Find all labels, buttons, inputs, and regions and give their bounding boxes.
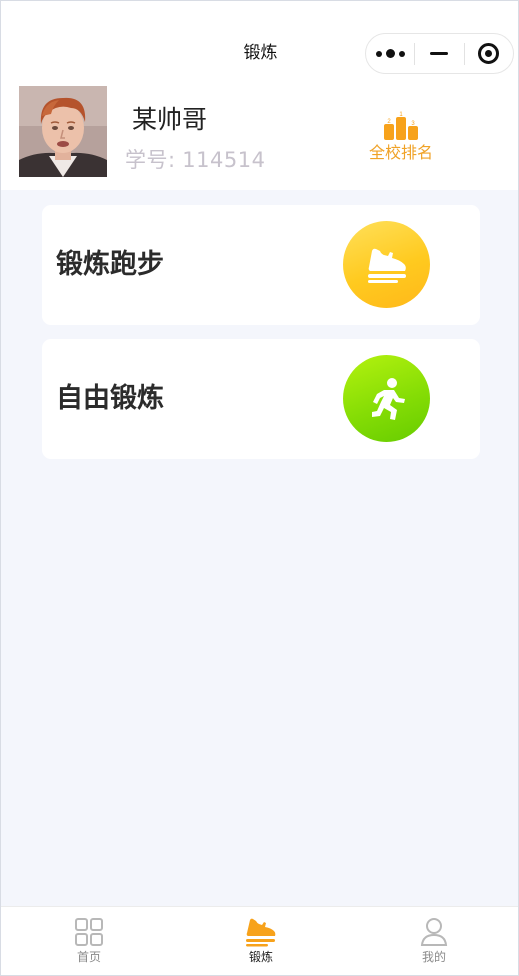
minimize-icon bbox=[430, 52, 449, 55]
running-button-circle[interactable] bbox=[343, 221, 430, 308]
avatar-photo bbox=[19, 86, 107, 177]
podium-icon: 1 2 3 bbox=[384, 112, 418, 140]
student-id: 学号: 114514 bbox=[125, 147, 265, 173]
minimize-button[interactable] bbox=[415, 34, 463, 73]
free-exercise-card[interactable]: 自由锻炼 bbox=[42, 339, 480, 459]
tab-exercise[interactable]: 锻炼 bbox=[201, 907, 321, 975]
mini-program-capsule bbox=[365, 33, 514, 74]
user-name: 某帅哥 bbox=[132, 105, 208, 134]
close-button[interactable] bbox=[465, 34, 513, 73]
student-id-value: 114514 bbox=[182, 148, 266, 172]
running-person-icon bbox=[371, 377, 405, 420]
running-exercise-card[interactable]: 锻炼跑步 bbox=[42, 205, 480, 325]
card-title: 自由锻炼 bbox=[56, 383, 164, 414]
sneaker-icon bbox=[367, 248, 406, 283]
profile-header: 某帅哥 学号: 114514 1 2 3 全校排名 bbox=[1, 81, 518, 190]
card-title: 锻炼跑步 bbox=[56, 249, 164, 280]
tab-label: 首页 bbox=[76, 950, 101, 964]
tab-mine[interactable]: 我的 bbox=[374, 907, 494, 975]
navigation-bar: 锻炼 bbox=[1, 1, 518, 81]
more-dots-icon bbox=[375, 49, 405, 58]
grid-icon bbox=[75, 918, 103, 946]
tab-bar: 首页 锻炼 我的 bbox=[1, 906, 518, 975]
school-ranking-label: 全校排名 bbox=[368, 143, 433, 162]
free-exercise-button-circle[interactable] bbox=[343, 355, 430, 442]
more-button[interactable] bbox=[366, 34, 414, 73]
sneaker-icon bbox=[246, 918, 276, 947]
tab-label: 我的 bbox=[421, 950, 446, 964]
student-id-label: 学号: bbox=[125, 148, 176, 172]
app-screen: 锻炼 某帅哥 学号: 114514 1 2 3 全校排名 锻炼跑步 自由锻炼 首… bbox=[0, 0, 519, 976]
user-icon bbox=[420, 918, 448, 946]
tab-label: 锻炼 bbox=[248, 950, 273, 964]
school-ranking-button[interactable]: 1 2 3 全校排名 bbox=[365, 111, 437, 163]
avatar[interactable] bbox=[19, 86, 107, 177]
tab-home[interactable]: 首页 bbox=[29, 907, 149, 975]
target-close-icon bbox=[478, 43, 500, 64]
